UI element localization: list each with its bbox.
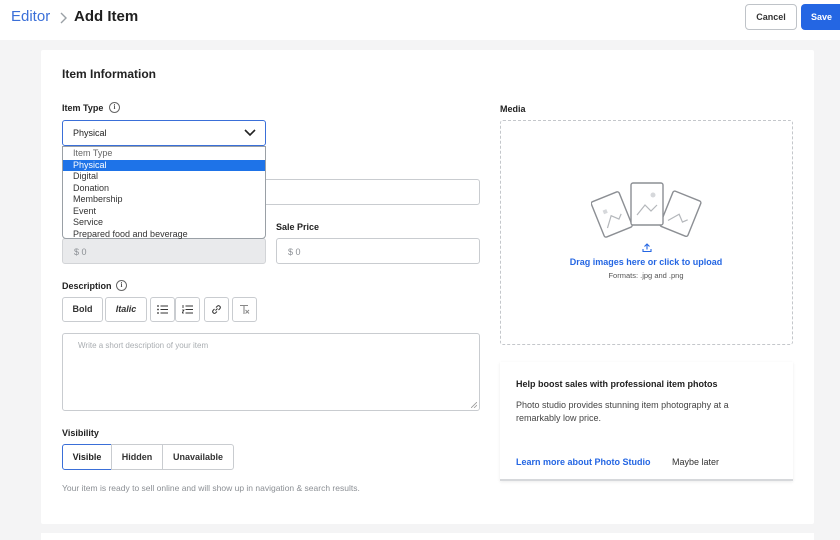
item-type-dropdown: Item Type Physical Digital Donation Memb… — [62, 146, 266, 239]
sale-price-input[interactable]: $ 0 — [276, 238, 480, 264]
chevron-right-icon — [60, 12, 67, 24]
bold-button[interactable]: Bold — [62, 297, 103, 322]
promo-body: Photo studio provides stunning item phot… — [516, 400, 729, 423]
item-type-selected-value: Physical — [73, 128, 107, 138]
link-button[interactable] — [204, 297, 229, 322]
visibility-unavailable-button[interactable]: Unavailable — [162, 444, 234, 470]
media-dropzone[interactable]: Drag images here or click to upload Form… — [500, 120, 793, 345]
clear-format-button[interactable] — [232, 297, 257, 322]
breadcrumb-editor-link[interactable]: Editor — [11, 8, 50, 25]
upload-formats-text: Formats: .jpg and .png — [608, 271, 684, 280]
clear-format-icon — [240, 304, 250, 314]
section-title: Item Information — [62, 67, 157, 81]
visibility-label: Visibility — [62, 428, 99, 438]
numbered-list-button[interactable] — [175, 297, 200, 322]
media-label: Media — [500, 104, 526, 114]
dropdown-option-digital[interactable]: Digital — [63, 171, 265, 183]
dropdown-option-prepared-food[interactable]: Prepared food and beverage — [63, 229, 265, 241]
info-icon[interactable]: i — [116, 280, 127, 291]
dropdown-option-header: Item Type — [73, 148, 113, 158]
visibility-hidden-button[interactable]: Hidden — [111, 444, 163, 470]
bullet-list-icon — [157, 305, 168, 314]
page-title: Add Item — [74, 8, 139, 25]
description-textarea[interactable]: Write a short description of your item — [62, 333, 480, 411]
upload-icon — [642, 243, 652, 253]
description-placeholder: Write a short description of your item — [78, 341, 209, 350]
photo-studio-promo: Help boost sales with professional item … — [500, 362, 793, 481]
item-type-label: Item Type — [62, 103, 104, 113]
resize-handle-icon[interactable] — [471, 402, 477, 408]
visibility-helper-text: Your item is ready to sell online and wi… — [62, 483, 360, 493]
numbered-list-icon — [181, 305, 193, 314]
upload-link-text[interactable]: Drag images here or click to upload — [501, 257, 791, 267]
maybe-later-button[interactable]: Maybe later — [672, 457, 719, 467]
chevron-down-icon — [244, 129, 256, 137]
dropdown-option-service[interactable]: Service — [63, 217, 265, 229]
price-placeholder: $ 0 — [74, 247, 87, 257]
price-input[interactable]: $ 0 — [62, 238, 266, 264]
description-label: Description — [62, 281, 112, 291]
visibility-visible-button[interactable]: Visible — [62, 444, 112, 470]
sale-price-label: Sale Price — [276, 222, 320, 232]
link-icon — [212, 305, 221, 314]
secondary-card — [41, 533, 814, 540]
dropdown-option-physical[interactable]: Physical — [63, 159, 265, 171]
learn-more-link[interactable]: Learn more about Photo Studio — [516, 457, 651, 467]
top-bar: Editor Add Item Cancel Save — [0, 0, 840, 40]
item-type-select[interactable]: Physical — [62, 120, 266, 146]
sale-price-placeholder: $ 0 — [288, 247, 301, 257]
images-illustration-icon — [591, 182, 702, 238]
info-icon[interactable]: i — [109, 102, 120, 113]
promo-title: Help boost sales with professional item … — [516, 379, 718, 389]
cancel-button[interactable]: Cancel — [745, 4, 797, 30]
dropdown-option-membership[interactable]: Membership — [63, 194, 265, 206]
dropdown-option-donation[interactable]: Donation — [63, 183, 265, 195]
italic-button[interactable]: Italic — [105, 297, 147, 322]
bullet-list-button[interactable] — [150, 297, 175, 322]
dropdown-option-event[interactable]: Event — [63, 206, 265, 218]
save-button[interactable]: Save — [801, 4, 840, 30]
